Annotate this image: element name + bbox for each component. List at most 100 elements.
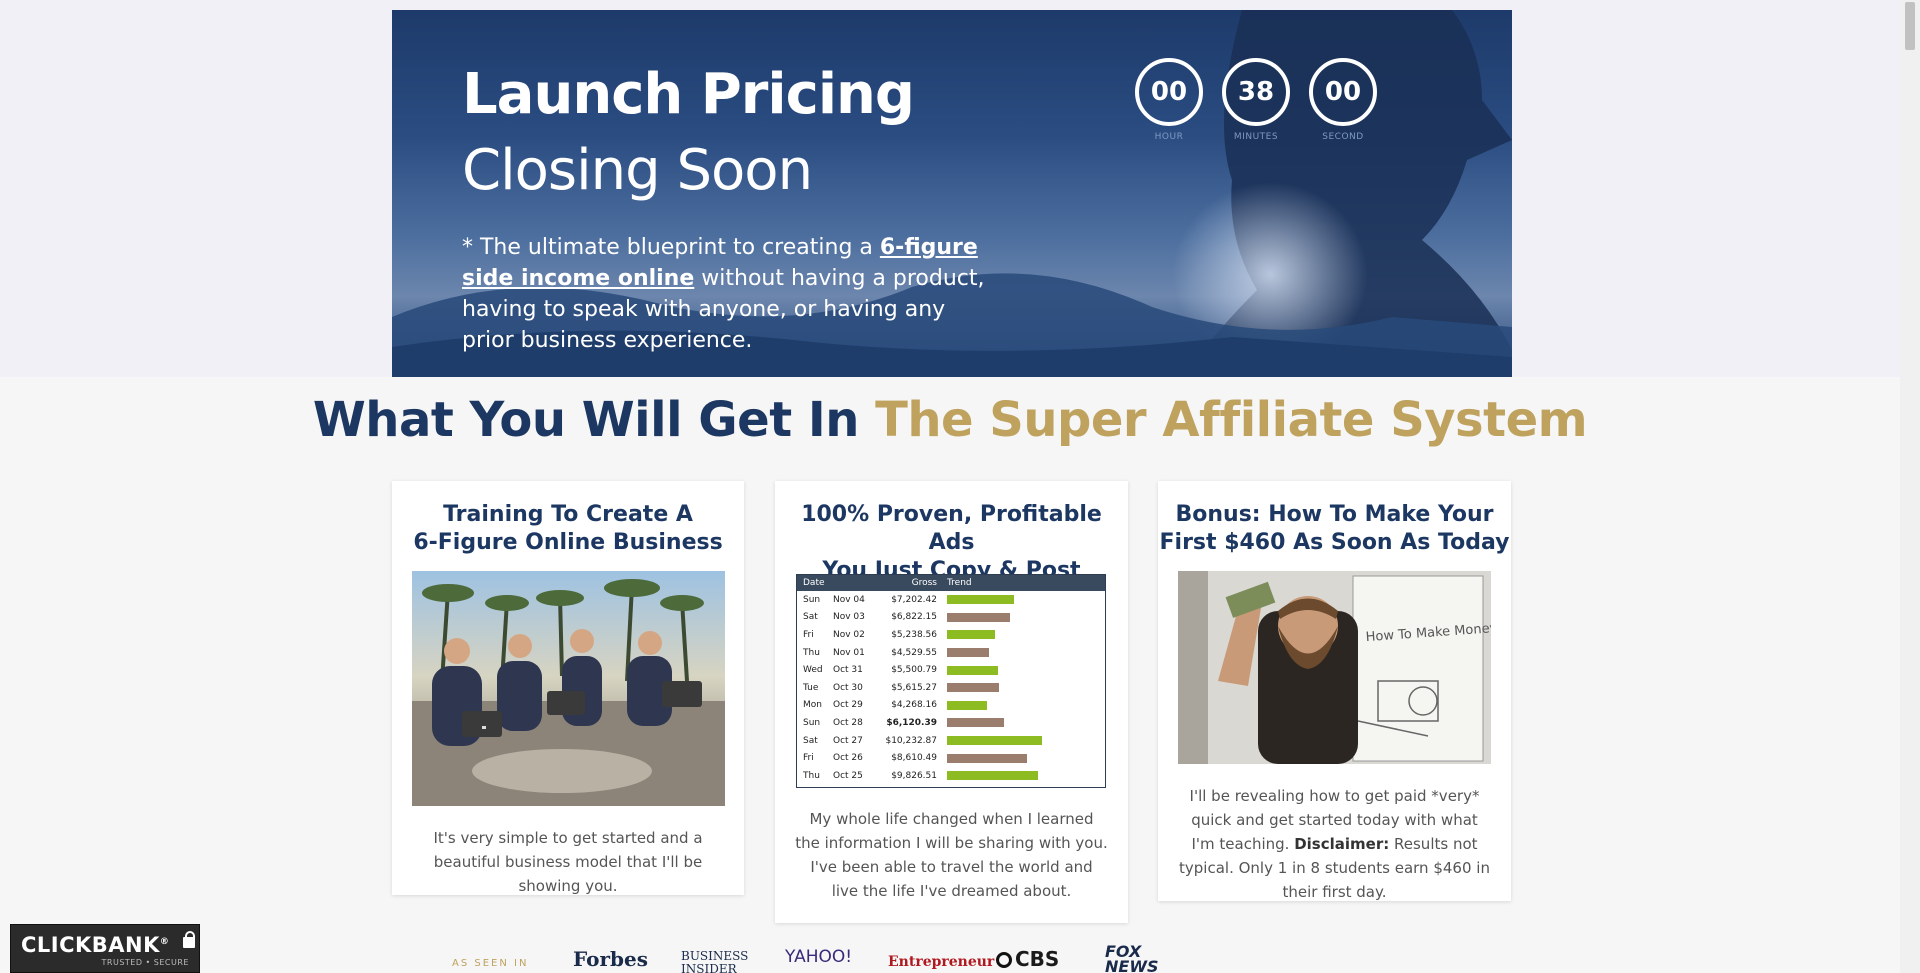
sales-cell-gross: $8,610.49 <box>891 753 937 764</box>
fox-news-logo: FOX NEWS <box>1105 942 1159 973</box>
sales-cell-day: Mon <box>803 700 822 711</box>
trend-bar <box>947 630 995 640</box>
sales-cell-day: Sat <box>803 735 818 746</box>
sales-table-header: Date Gross Trend <box>797 575 1105 591</box>
sales-row: Sun Nov 04 $7,202.42 <box>797 591 1105 609</box>
countdown-second: 00 SECOND <box>1309 58 1377 142</box>
sales-cell-gross: $5,500.79 <box>891 665 937 676</box>
feature-card-bonus: Bonus: How To Make Your First $460 As So… <box>1158 481 1511 901</box>
hero-description: * The ultimate blueprint to creating a 6… <box>462 232 1002 356</box>
sales-cell-trend <box>937 771 1105 781</box>
sales-row: Mon Oct 29 $4,268.16 <box>797 697 1105 715</box>
trend-bar <box>947 753 1027 763</box>
sales-cell-day: Sun <box>803 594 821 605</box>
sales-cell-trend <box>937 753 1105 763</box>
sales-cell-gross: $7,202.42 <box>891 594 937 605</box>
scrollbar-thumb[interactable] <box>1905 2 1915 50</box>
card-description: My whole life changed when I learned the… <box>795 810 1108 900</box>
sales-cell-date: Nov 03 <box>833 612 865 623</box>
entrepreneur-logo: Entrepreneur <box>888 954 995 970</box>
feature-card-training: Training To Create A 6-Figure Online Bus… <box>392 481 744 895</box>
clickbank-badge[interactable]: CLICKBANK® TRUSTED • SECURE <box>10 924 200 973</box>
sales-cell-day: Tue <box>803 682 819 693</box>
card-description: It's very simple to get started and a be… <box>433 829 703 895</box>
sales-cell-gross: $5,238.56 <box>891 629 937 640</box>
sales-cell-day: Thu <box>803 647 820 658</box>
money-whiteboard-photo: How To Make Money Online <box>1178 571 1491 764</box>
sales-cell-date: Oct 31 <box>833 665 863 676</box>
sales-cell-date: Oct 30 <box>833 682 863 693</box>
lock-icon <box>183 931 195 948</box>
cbs-logo-text: CBS <box>1015 947 1060 971</box>
sales-header-gross: Gross <box>911 578 937 588</box>
sales-table-body: Sun Nov 04 $7,202.42 Sat Nov 03 $6,822.15 Fri N… <box>797 591 1105 785</box>
trend-bar <box>947 665 998 675</box>
sales-row: Thu Nov 01 $4,529.55 <box>797 644 1105 662</box>
group-laptops-photo <box>412 571 725 806</box>
sales-cell-day: Fri <box>803 629 814 640</box>
countdown-second-value: 00 <box>1309 58 1377 126</box>
cbs-logo: CBS <box>996 947 1059 971</box>
card-description: I'll be revealing how to get paid *very*… <box>1158 784 1511 904</box>
sales-cell-gross: $9,826.51 <box>891 770 937 781</box>
sales-cell-trend <box>937 612 1105 622</box>
sales-cell-trend <box>937 718 1105 728</box>
sales-cell-day: Wed <box>803 665 823 676</box>
trend-bar <box>947 595 1014 605</box>
card-title: 100% Proven, Profitable Ads You Just Cop… <box>801 502 1102 583</box>
business-insider-logo: Business Insider <box>681 949 749 973</box>
hero-description-prefix: * The ultimate blueprint to creating a <box>462 235 880 260</box>
sales-cell-date: Oct 26 <box>833 753 863 764</box>
page-scrollbar[interactable] <box>1900 0 1920 973</box>
sales-cell-date: Nov 01 <box>833 647 865 658</box>
countdown-hour-label: HOUR <box>1154 132 1184 142</box>
sales-row: Tue Oct 30 $5,615.27 <box>797 679 1105 697</box>
sales-row: Fri Nov 02 $5,238.56 <box>797 626 1105 644</box>
yahoo-logo: YAHOO! <box>785 947 853 967</box>
card-title: Bonus: How To Make Your First $460 As So… <box>1159 502 1510 555</box>
section-title: What You Will Get In The Super Affiliate… <box>0 392 1900 448</box>
disclaimer-label: Disclaimer: <box>1294 835 1390 853</box>
as-seen-in-label: AS SEEN IN <box>452 958 529 969</box>
sales-cell-date: Nov 02 <box>833 629 865 640</box>
trend-bar <box>947 683 999 693</box>
sales-row: Sun Oct 28 $6,120.39 <box>797 714 1105 732</box>
forbes-logo: Forbes <box>573 947 648 971</box>
trend-bar <box>947 736 1042 746</box>
sales-cell-gross: $10,232.87 <box>885 735 937 746</box>
trend-bar <box>947 700 987 710</box>
feature-card-ads: 100% Proven, Profitable Ads You Just Cop… <box>775 481 1128 923</box>
clickbank-label: CLICKBANK® <box>21 933 169 957</box>
trend-bar <box>947 771 1038 781</box>
sales-cell-gross: $4,268.16 <box>891 700 937 711</box>
clickbank-sublabel: TRUSTED • SECURE <box>101 958 189 967</box>
countdown-second-label: SECOND <box>1322 132 1364 142</box>
sales-cell-trend <box>937 648 1105 658</box>
sales-cell-gross: $4,529.55 <box>891 647 937 658</box>
trend-bar <box>947 718 1004 728</box>
sales-cell-trend <box>937 630 1105 640</box>
sales-cell-date: Oct 28 <box>833 717 863 728</box>
sales-header-date: Date <box>803 578 825 588</box>
sales-cell-day: Fri <box>803 753 814 764</box>
sales-cell-date: Oct 25 <box>833 770 863 781</box>
clickbank-name: CLICKBANK <box>21 933 160 957</box>
sales-report-table: Date Gross Trend Sun Nov 04 $7,202.42 Sat No… <box>796 574 1106 788</box>
clickbank-registered-mark: ® <box>159 937 170 947</box>
sales-cell-gross: $6,822.15 <box>891 612 937 623</box>
hero-banner: Launch Pricing Closing Soon * The ultima… <box>392 10 1512 377</box>
card-title: Training To Create A 6-Figure Online Bus… <box>413 502 723 555</box>
sales-row: Fri Oct 26 $8,610.49 <box>797 749 1105 767</box>
sales-row: Sat Nov 03 $6,822.15 <box>797 609 1105 627</box>
countdown-minutes-value: 38 <box>1222 58 1290 126</box>
sales-row: Wed Oct 31 $5,500.79 <box>797 661 1105 679</box>
sales-cell-trend <box>937 700 1105 710</box>
sales-cell-date: Oct 29 <box>833 700 863 711</box>
sales-row: Thu Oct 25 $9,826.51 <box>797 767 1105 785</box>
cbs-eye-icon <box>996 952 1012 968</box>
sales-cell-day: Sun <box>803 717 821 728</box>
sales-cell-trend <box>937 595 1105 605</box>
sales-header-trend: Trend <box>947 578 972 588</box>
sales-cell-trend <box>937 665 1105 675</box>
sales-cell-gross: $5,615.27 <box>891 682 937 693</box>
